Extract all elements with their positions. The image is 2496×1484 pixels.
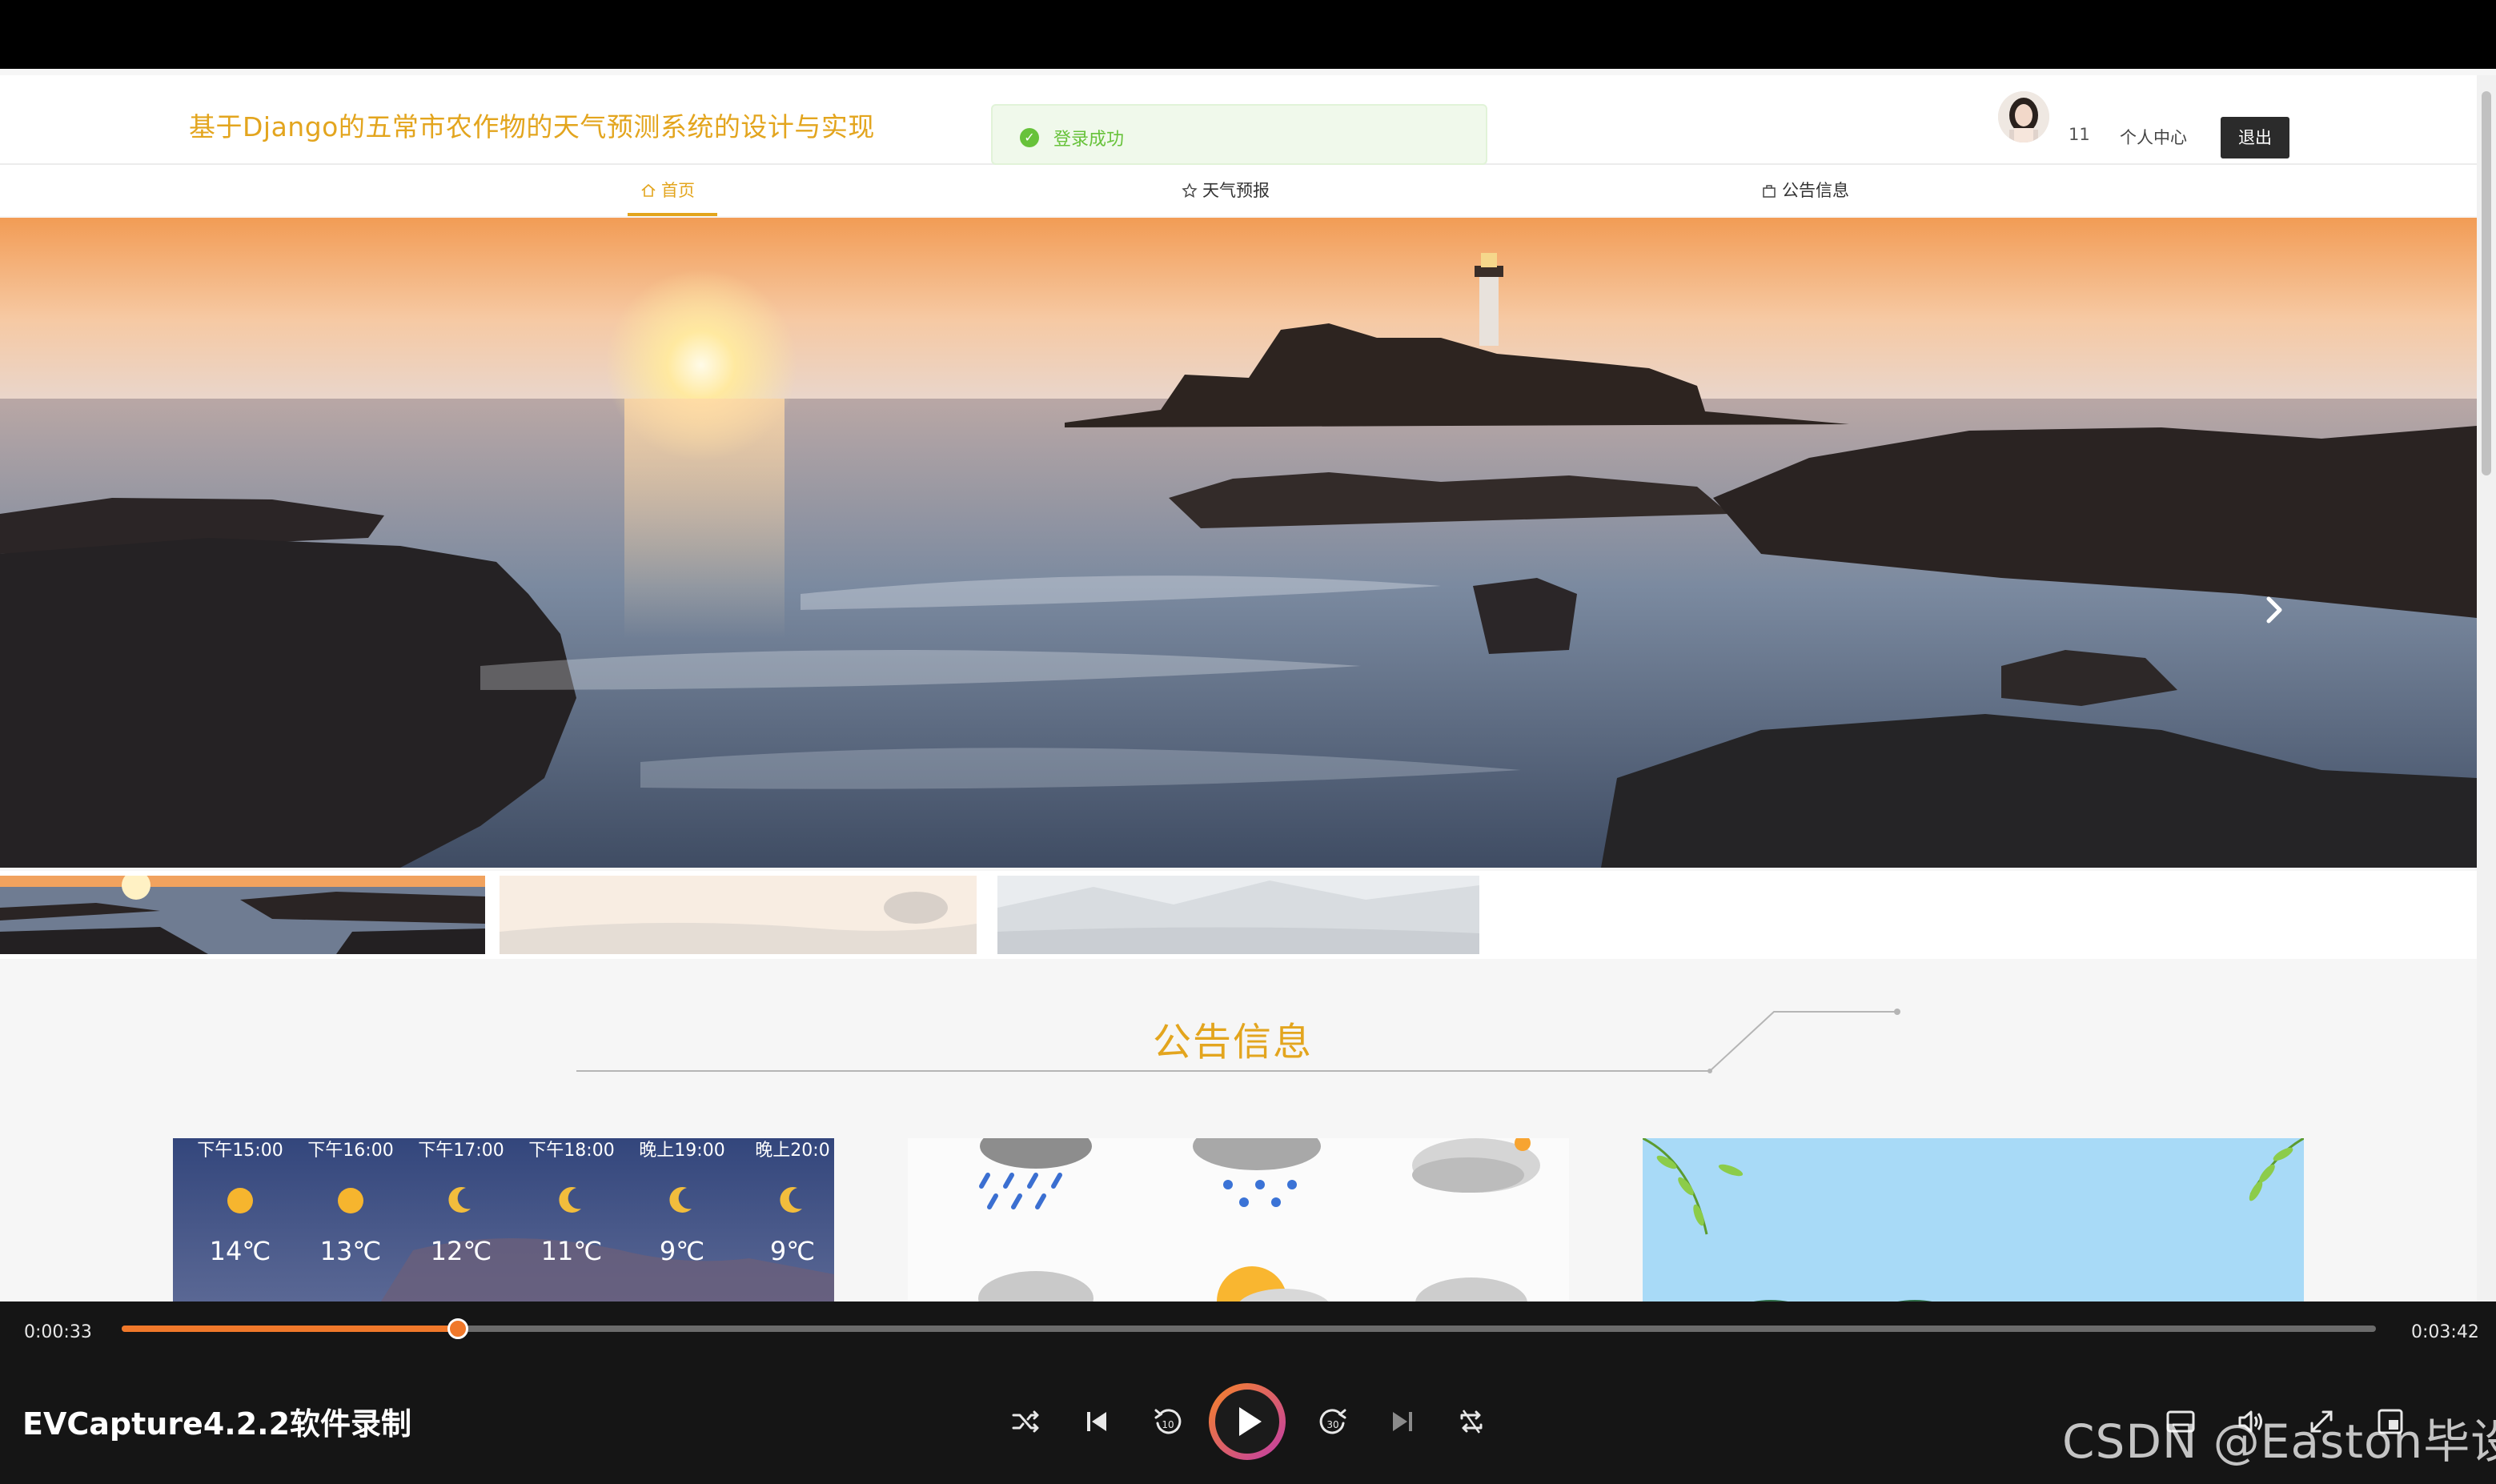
forecast-time-label: 下午18:00 (528, 1141, 614, 1161)
forecast-temp-label: 13℃ (320, 1236, 382, 1266)
recorder-brand-label: EVCapture4.2.2软件录制 (22, 1406, 412, 1442)
next-icon[interactable] (1385, 1404, 1420, 1439)
weather-forecast-image: 下午15:00 14℃ 下午16:00 13℃ 下午17:00 12℃ 下午18:00 11℃… (173, 1138, 834, 1302)
notice-card-1[interactable]: 下午15:00 14℃ 下午16:00 13℃ 下午17:00 12℃ 下午18:00 11℃… (173, 1138, 834, 1302)
top-black-bar (0, 0, 2496, 69)
seek-bar[interactable] (122, 1318, 2376, 1339)
forecast-time-label: 下午15:00 (197, 1141, 283, 1161)
weather-icons-image (908, 1138, 1569, 1302)
notice-card-2[interactable] (908, 1138, 1569, 1302)
nav-active-underline (628, 213, 717, 216)
site-title[interactable]: 基于Django的五常市农作物的天气预测系统的设计与实现 (189, 106, 875, 144)
carousel-thumbnails (0, 871, 2477, 959)
chevron-right-icon[interactable] (2256, 592, 2291, 628)
play-icon[interactable] (1207, 1382, 1287, 1462)
forecast-temp-label: 11℃ (541, 1236, 603, 1266)
spring-willow-image (1643, 1138, 2304, 1302)
seek-progress (122, 1326, 458, 1332)
logout-button[interactable]: 退出 (2221, 117, 2289, 158)
seek-handle[interactable] (447, 1318, 468, 1339)
nav-item-home[interactable]: 首页 (640, 165, 695, 216)
thumbnail-1[interactable] (0, 876, 485, 954)
page-scrollbar[interactable] (2477, 75, 2496, 1302)
forecast-temp-label: 12℃ (431, 1236, 492, 1266)
profile-link[interactable]: 个人中心 (2120, 125, 2187, 149)
home-icon (641, 183, 656, 197)
main-nav: 首页 天气预报 公告信息 (0, 165, 2477, 216)
thumbnail-2[interactable] (500, 876, 977, 954)
webpage: 基于Django的五常市农作物的天气预测系统的设计与实现 11 个人中心 退出 … (0, 69, 2496, 1302)
previous-icon[interactable] (1079, 1404, 1114, 1439)
forecast-temp-label: 9℃ (770, 1236, 815, 1266)
bag-icon (1763, 185, 1776, 198)
nav-item-label: 天气预报 (1202, 181, 1270, 200)
video-player-bar: 0:00:33 0:03:42 EVCapture4.2.2软件录制 10 30… (0, 1302, 2496, 1484)
check-circle-icon: ✓ (1020, 128, 1039, 147)
username: 11 (2069, 125, 2090, 144)
nav-item-label: 公告信息 (1782, 181, 1849, 200)
forecast-time-label: 下午16:00 (307, 1141, 393, 1161)
forecast-time-label: 晚上19:00 (639, 1141, 724, 1161)
star-icon (1182, 182, 1198, 199)
nav-item-weather[interactable]: 天气预报 (1182, 165, 1270, 216)
toast-message: 登录成功 (1053, 130, 1125, 150)
forecast-time-label: 下午17:00 (418, 1141, 504, 1161)
section-title-notices: 公告信息 (1153, 1020, 1314, 1065)
forecast-temp-label: 14℃ (210, 1236, 271, 1266)
svg-text:10: 10 (1162, 1419, 1174, 1430)
thumbnail-3[interactable] (997, 876, 1479, 954)
screen: 基于Django的五常市农作物的天气预测系统的设计与实现 11 个人中心 退出 … (0, 0, 2496, 1484)
cloudy-icon (1412, 1138, 1540, 1193)
sun-icon (338, 1188, 363, 1213)
login-success-toast: ✓ 登录成功 (991, 104, 1487, 165)
forecast-temp-label: 9℃ (660, 1236, 704, 1266)
notice-card-3[interactable] (1643, 1138, 2304, 1302)
rewind-10-icon[interactable]: 10 (1150, 1404, 1185, 1439)
avatar[interactable] (1998, 91, 2049, 142)
shuffle-icon[interactable] (1009, 1404, 1044, 1439)
current-time: 0:00:33 (24, 1322, 92, 1342)
scrollbar-thumb[interactable] (2482, 91, 2491, 475)
total-time: 0:03:42 (2411, 1322, 2479, 1342)
carousel-banner[interactable] (0, 218, 2477, 868)
csdn-watermark: CSDN @Easton毕设 (2062, 1414, 2496, 1469)
svg-text:30: 30 (1326, 1419, 1338, 1430)
sunset-sea-image (0, 218, 2477, 868)
forecast-time-label: 晚上20:0 (755, 1141, 829, 1161)
nav-item-notice[interactable]: 公告信息 (1761, 165, 1849, 216)
repeat-icon[interactable] (1454, 1404, 1489, 1439)
nav-item-label: 首页 (661, 181, 695, 200)
sun-icon (227, 1188, 253, 1213)
forward-30-icon[interactable]: 30 (1316, 1404, 1351, 1439)
